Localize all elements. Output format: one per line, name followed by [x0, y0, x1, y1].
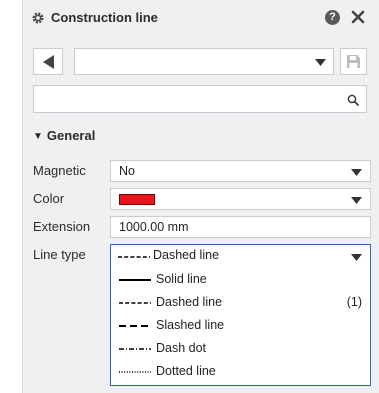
slashed-line-icon: [119, 325, 151, 327]
save-icon: [347, 55, 360, 68]
option-label: Dotted line: [156, 364, 216, 378]
gear-icon: [31, 11, 45, 25]
dashed-line-icon: [118, 256, 150, 258]
magnetic-value: No: [119, 164, 135, 178]
magnetic-dropdown[interactable]: No: [110, 160, 371, 182]
option-label: Slashed line: [156, 318, 225, 332]
option-label: Dashed line: [156, 295, 223, 309]
search-icon: [347, 94, 359, 106]
dash-dot-line-icon: [119, 348, 151, 350]
option-dash-dot[interactable]: Dash dot: [111, 338, 370, 360]
section-general[interactable]: ▼ General: [33, 128, 95, 146]
triangle-left-icon: [43, 55, 54, 69]
option-solid-line[interactable]: Solid line: [111, 269, 370, 291]
properties-panel: Construction line ? ▼ General Magnetic N…: [22, 0, 379, 393]
magnetic-label: Magnetic: [33, 163, 86, 178]
save-preset-button[interactable]: [340, 48, 367, 75]
line-type-options-list: Solid line Dashed line (1) Slashed line …: [110, 266, 371, 386]
chevron-down-icon: [315, 59, 326, 66]
option-count: (1): [346, 295, 362, 309]
extension-input[interactable]: 1000.00 mm: [110, 216, 371, 238]
previous-button[interactable]: [33, 48, 63, 75]
line-type-value: Dashed line: [153, 248, 220, 262]
panel-title: Construction line: [51, 10, 158, 25]
line-type-dropdown[interactable]: Dashed line: [110, 244, 371, 267]
chevron-down-icon: [351, 169, 362, 176]
solid-line-icon: [119, 279, 151, 281]
search-input[interactable]: [33, 85, 367, 113]
option-label: Solid line: [156, 272, 207, 286]
panel-header: Construction line ?: [23, 0, 379, 36]
option-dotted-line[interactable]: Dotted line: [111, 361, 370, 383]
option-label: Dash dot: [156, 341, 207, 355]
option-slashed-line[interactable]: Slashed line: [111, 315, 370, 337]
color-swatch: [119, 194, 155, 205]
chevron-down-icon: [351, 197, 362, 204]
chevron-down-icon: [351, 254, 362, 261]
color-label: Color: [33, 191, 65, 206]
help-icon[interactable]: ?: [325, 10, 340, 25]
dotted-line-icon: [119, 371, 151, 373]
collapse-triangle-icon: ▼: [33, 131, 43, 142]
color-dropdown[interactable]: [110, 188, 371, 210]
preset-dropdown[interactable]: [74, 48, 334, 75]
extension-value: 1000.00 mm: [119, 220, 189, 234]
section-title: General: [46, 128, 96, 143]
dashed-line-icon: [119, 302, 151, 304]
line-type-label: Line type: [33, 247, 86, 262]
close-icon[interactable]: [350, 9, 366, 25]
extension-label: Extension: [33, 219, 91, 234]
option-dashed-line[interactable]: Dashed line (1): [111, 292, 370, 314]
